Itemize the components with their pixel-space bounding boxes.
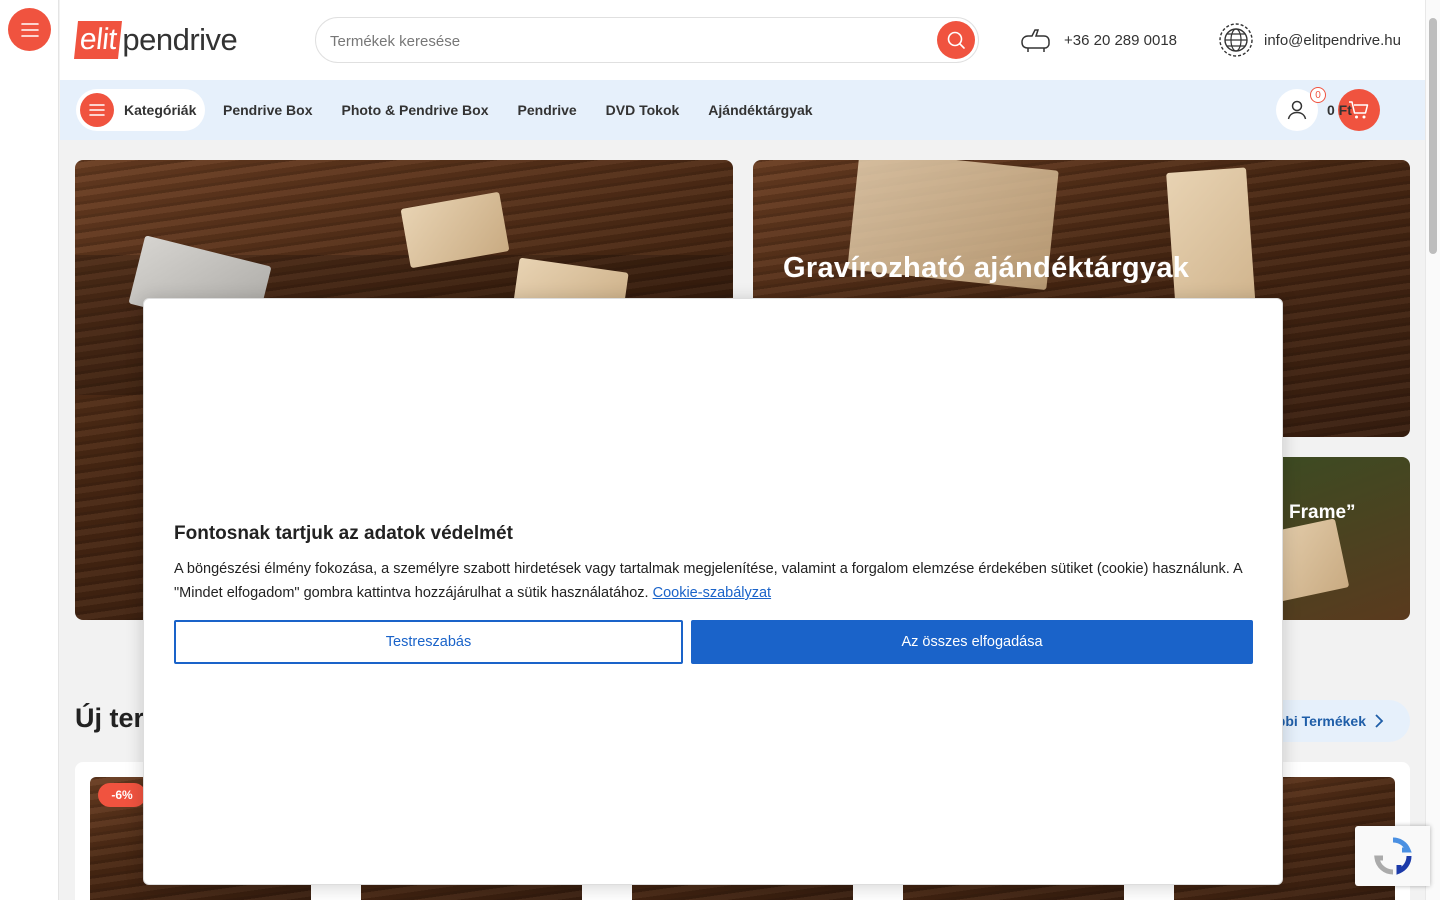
page-scrollbar[interactable] [1425, 0, 1440, 900]
logo[interactable]: elit pendrive [74, 20, 238, 60]
search-bar [315, 17, 979, 63]
logo-part-pendrive: pendrive [122, 22, 238, 57]
search-input[interactable] [330, 30, 910, 52]
hamburger-icon [20, 22, 39, 37]
site-header: elit pendrive +36 20 289 0018 info@elitp… [60, 0, 1425, 80]
menu-button[interactable] [8, 8, 51, 51]
recaptcha-badge[interactable] [1355, 826, 1430, 886]
cart-total: 0 Ft [1327, 102, 1352, 118]
cookie-policy-link[interactable]: Cookie-szabályzat [653, 585, 771, 601]
phone-icon [1021, 29, 1050, 52]
nav-link-photo-pendrive-box[interactable]: Photo & Pendrive Box [341, 102, 488, 118]
banner-title-engravable: Gravírozható ajándéktárgyak [783, 252, 1190, 284]
hamburger-icon [89, 104, 105, 116]
logo-part-elit: elit [74, 21, 123, 59]
categories-icon [80, 93, 114, 127]
banner-title-frame: Frame” [1289, 502, 1356, 523]
section-title-new-products: Új ter [75, 703, 145, 733]
nav-link-dvd-tokok[interactable]: DVD Tokok [606, 102, 680, 118]
search-icon [947, 31, 965, 49]
nav-link-ajandektargyak[interactable]: Ajándéktárgyak [708, 102, 812, 118]
nav-link-pendrive[interactable]: Pendrive [518, 102, 577, 118]
categories-label: Kategóriák [124, 102, 197, 118]
email-address: info@elitpendrive.hu [1264, 31, 1401, 49]
customize-button[interactable]: Testreszabás [174, 620, 683, 664]
phone-number: +36 20 289 0018 [1064, 31, 1178, 49]
cookie-consent-dialog: Fontosnak tartjuk az adatok védelmét A b… [143, 298, 1283, 885]
cookie-title: Fontosnak tartjuk az adatok védelmét [174, 523, 513, 544]
chevron-right-icon [1375, 714, 1384, 728]
left-rail [0, 0, 59, 900]
scrollbar-thumb[interactable] [1429, 18, 1437, 254]
accept-all-button[interactable]: Az összes elfogadása [691, 620, 1253, 664]
recaptcha-icon [1373, 837, 1412, 875]
search-button[interactable] [937, 21, 975, 59]
cart-count-badge: 0 [1310, 87, 1326, 103]
categories-button[interactable]: Kategóriák [76, 89, 205, 131]
email-contact[interactable]: info@elitpendrive.hu [1218, 22, 1401, 58]
user-icon [1287, 100, 1307, 120]
nav-links: Pendrive Box Photo & Pendrive Box Pendri… [223, 80, 842, 140]
nav-link-pendrive-box[interactable]: Pendrive Box [223, 102, 312, 118]
cookie-text: A böngészési élmény fokozása, a személyr… [174, 557, 1254, 605]
more-products-label: bbi Termékek [1276, 713, 1366, 729]
phone-contact[interactable]: +36 20 289 0018 [1018, 22, 1177, 58]
globe-icon [1219, 23, 1253, 57]
discount-badge: -6% [98, 783, 146, 807]
main-nav: Kategóriák Pendrive Box Photo & Pendrive… [60, 80, 1425, 140]
